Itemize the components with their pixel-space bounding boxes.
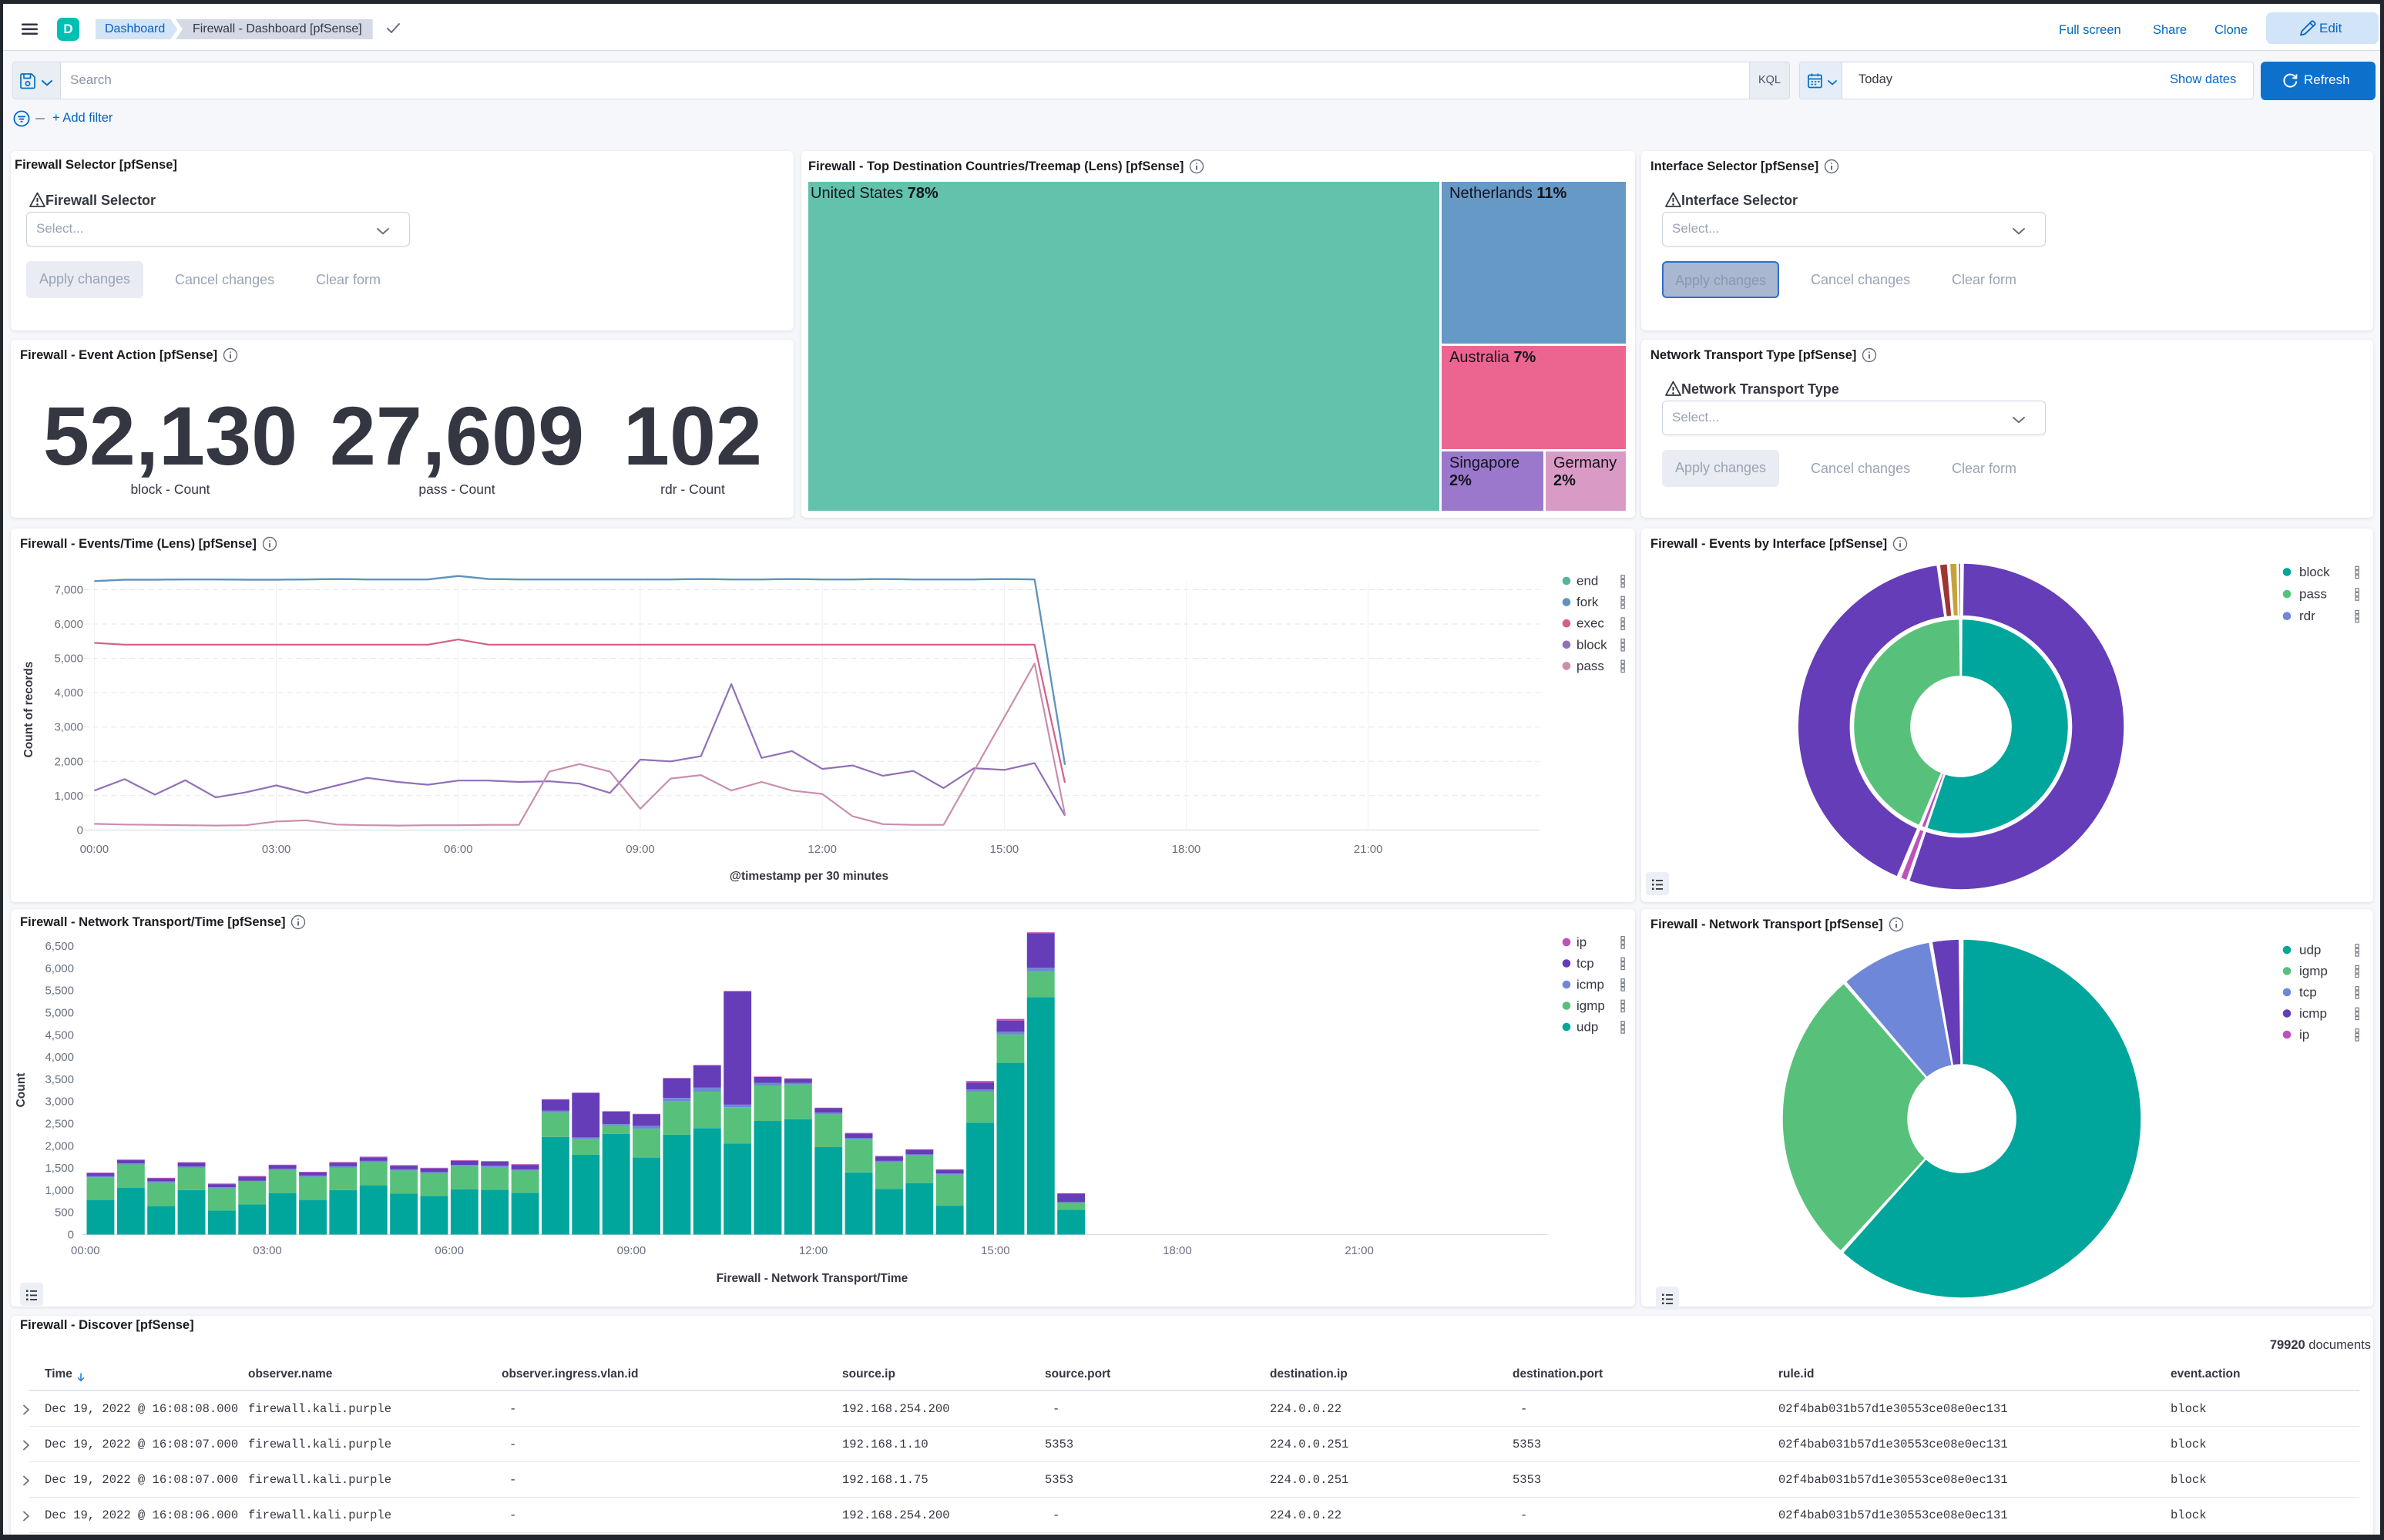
- svg-text:03:00: 03:00: [253, 1244, 282, 1257]
- svg-text:4,000: 4,000: [54, 686, 83, 700]
- svg-text:5,000: 5,000: [45, 1007, 74, 1020]
- svg-text:Firewall - Network Transport/T: Firewall - Network Transport/Time: [717, 1272, 908, 1285]
- svg-text:3,000: 3,000: [54, 721, 83, 734]
- svg-text:1,000: 1,000: [45, 1184, 74, 1197]
- svg-text:6,000: 6,000: [45, 962, 74, 975]
- svg-text:21:00: 21:00: [1345, 1244, 1374, 1257]
- svg-text:00:00: 00:00: [71, 1244, 100, 1257]
- svg-text:igmp: igmp: [1576, 998, 1605, 1013]
- svg-text:1,000: 1,000: [54, 790, 83, 803]
- svg-text:09:00: 09:00: [626, 843, 655, 856]
- svg-text:7,000: 7,000: [54, 584, 83, 597]
- svg-text:pass: pass: [2299, 587, 2327, 602]
- svg-text:udp: udp: [2299, 943, 2321, 958]
- svg-text:tcp: tcp: [2299, 985, 2317, 1000]
- svg-text:icmp: icmp: [1576, 978, 1604, 992]
- svg-text:00:00: 00:00: [80, 843, 109, 856]
- svg-text:rdr: rdr: [2299, 609, 2315, 623]
- svg-text:18:00: 18:00: [1163, 1244, 1192, 1257]
- svg-text:0: 0: [77, 824, 83, 837]
- svg-text:block: block: [1576, 637, 1607, 652]
- svg-text:block: block: [2299, 565, 2330, 579]
- svg-text:igmp: igmp: [2299, 964, 2328, 978]
- svg-text:1,500: 1,500: [45, 1162, 74, 1175]
- svg-text:15:00: 15:00: [990, 843, 1019, 856]
- svg-text:6,500: 6,500: [45, 940, 74, 953]
- svg-text:6,000: 6,000: [54, 618, 83, 631]
- svg-text:fork: fork: [1576, 595, 1599, 609]
- svg-text:2,500: 2,500: [45, 1118, 74, 1131]
- svg-text:21:00: 21:00: [1354, 843, 1383, 856]
- svg-text:06:00: 06:00: [444, 843, 473, 856]
- svg-text:500: 500: [55, 1206, 74, 1220]
- svg-text:09:00: 09:00: [617, 1244, 646, 1257]
- svg-text:exec: exec: [1576, 616, 1604, 631]
- svg-text:ip: ip: [1576, 935, 1587, 950]
- svg-text:03:00: 03:00: [262, 843, 291, 856]
- svg-text:2,000: 2,000: [45, 1139, 74, 1152]
- svg-text:3,500: 3,500: [45, 1073, 74, 1086]
- svg-text:@timestamp per 30 minutes: @timestamp per 30 minutes: [730, 870, 888, 883]
- svg-text:4,000: 4,000: [45, 1051, 74, 1064]
- svg-text:2,000: 2,000: [54, 755, 83, 768]
- svg-text:end: end: [1576, 574, 1598, 589]
- svg-text:4,500: 4,500: [45, 1028, 74, 1042]
- svg-text:15:00: 15:00: [981, 1244, 1010, 1257]
- svg-text:0: 0: [68, 1229, 74, 1242]
- svg-text:udp: udp: [1576, 1020, 1598, 1035]
- svg-text:3,000: 3,000: [45, 1095, 74, 1109]
- svg-text:ip: ip: [2299, 1028, 2309, 1042]
- svg-text:12:00: 12:00: [808, 843, 837, 856]
- svg-text:5,500: 5,500: [45, 985, 74, 998]
- svg-text:18:00: 18:00: [1172, 843, 1201, 856]
- svg-text:icmp: icmp: [2299, 1006, 2327, 1021]
- svg-text:06:00: 06:00: [435, 1244, 464, 1257]
- svg-text:tcp: tcp: [1576, 956, 1594, 971]
- svg-text:Count of records: Count of records: [22, 662, 35, 758]
- svg-text:12:00: 12:00: [799, 1244, 828, 1257]
- svg-text:pass: pass: [1576, 659, 1604, 673]
- svg-text:Count: Count: [15, 1073, 28, 1108]
- svg-text:5,000: 5,000: [54, 653, 83, 666]
